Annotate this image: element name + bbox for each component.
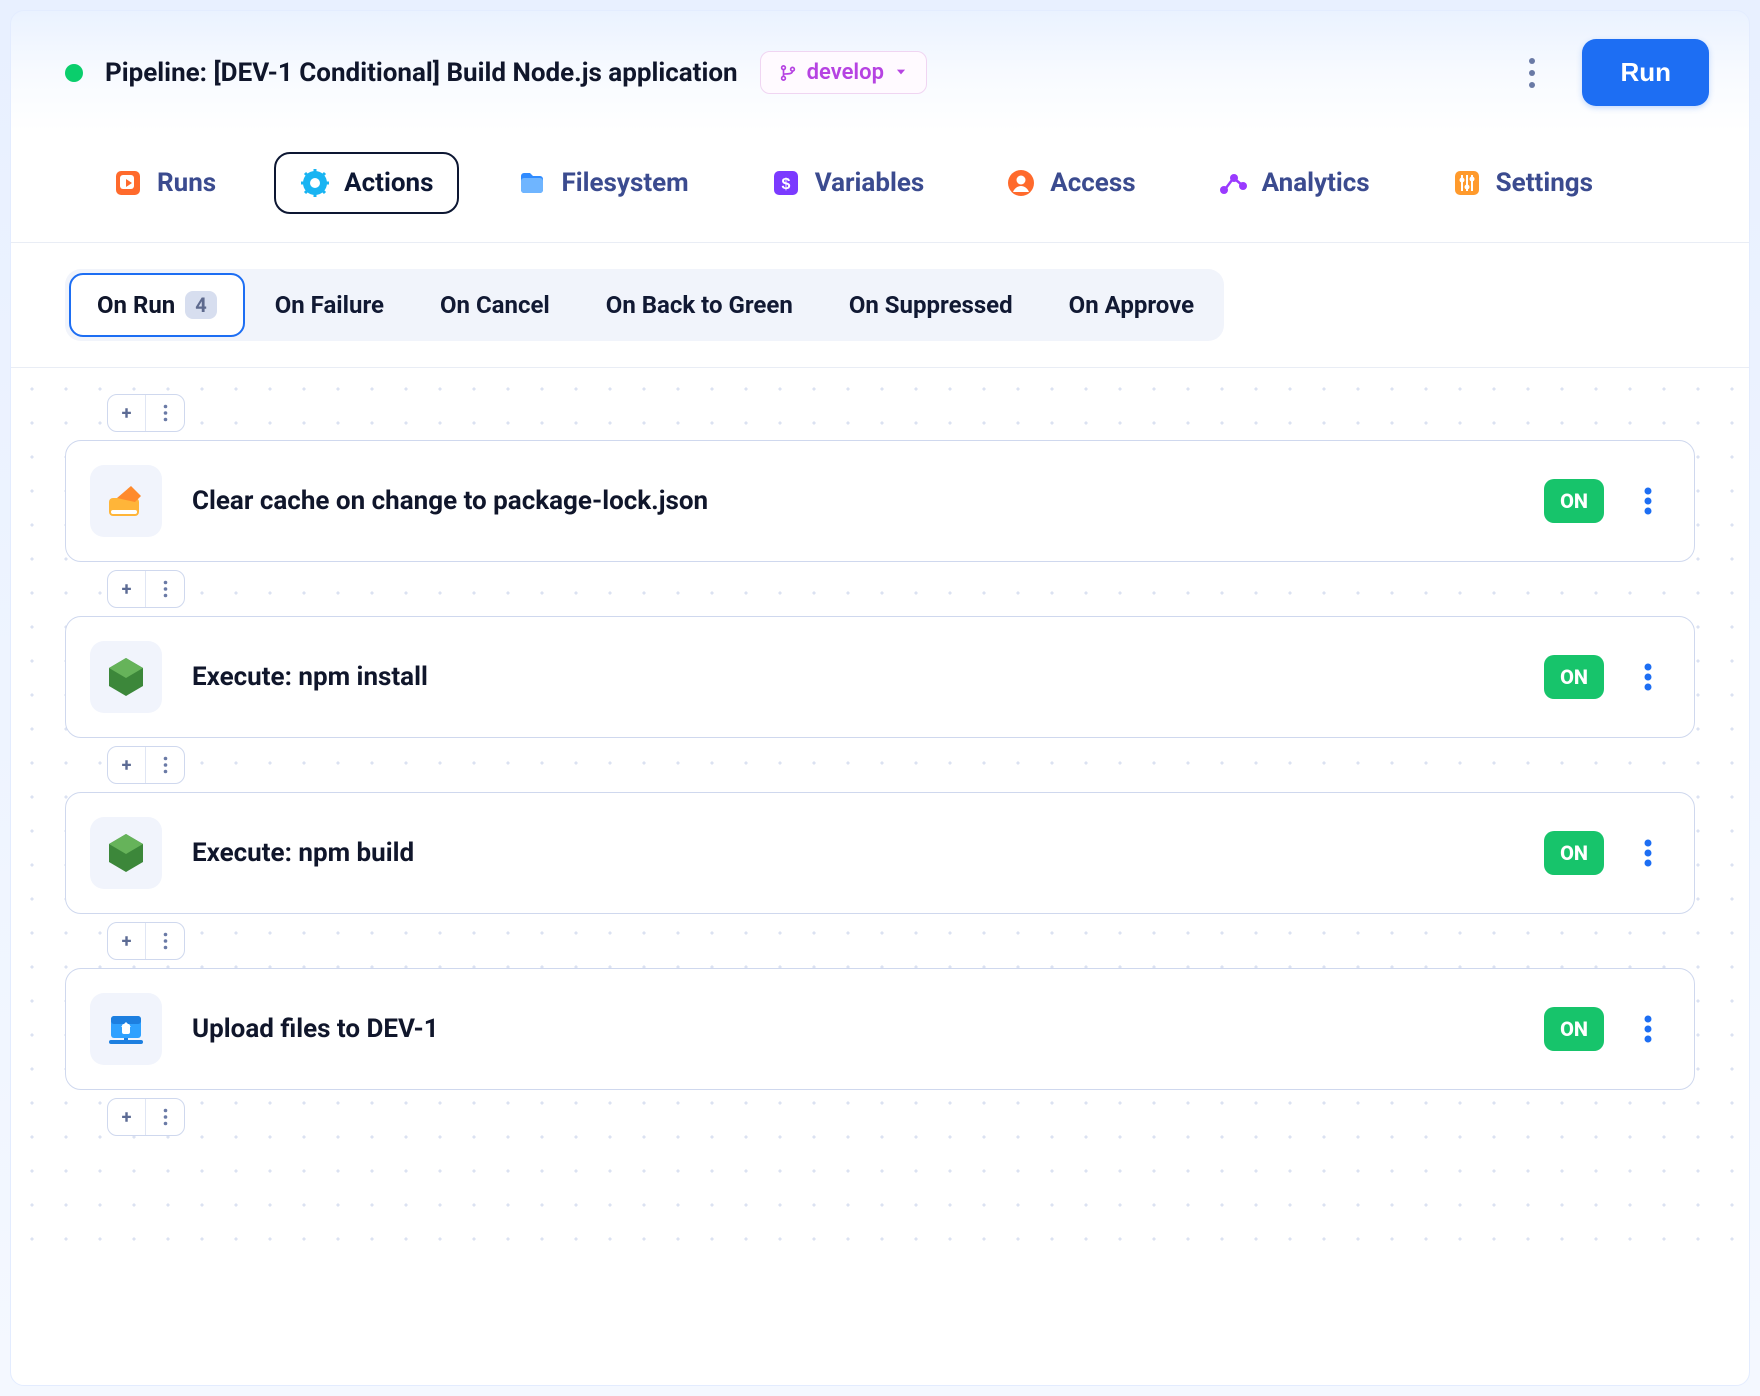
git-branch-icon xyxy=(779,64,797,82)
upload-icon xyxy=(90,993,162,1065)
action-menu-button[interactable] xyxy=(1634,839,1662,867)
analytics-icon xyxy=(1218,168,1248,198)
svg-text:$: $ xyxy=(781,176,790,193)
tab-runs[interactable]: Runs xyxy=(89,154,240,212)
actions-canvas: + Clear cache on change to package-lock.… xyxy=(11,368,1749,1268)
add-action-button[interactable]: + xyxy=(108,747,146,783)
action-title: Execute: npm install xyxy=(192,662,1514,692)
node-icon xyxy=(90,641,162,713)
variables-icon: $ xyxy=(771,168,801,198)
action-menu-button[interactable] xyxy=(1634,663,1662,691)
branch-name: develop xyxy=(807,60,884,85)
action-title: Upload files to DEV-1 xyxy=(192,1014,1514,1044)
action-card[interactable]: Upload files to DEV-1 ON xyxy=(65,968,1695,1090)
add-action-connector: + xyxy=(107,746,185,784)
runs-icon xyxy=(113,168,143,198)
add-action-button[interactable]: + xyxy=(108,395,146,431)
actions-icon xyxy=(300,168,330,198)
connector-menu-button[interactable] xyxy=(146,923,184,959)
add-action-button[interactable]: + xyxy=(108,571,146,607)
trigger-tab-group: On Run 4 On Failure On Cancel On Back to… xyxy=(65,269,1224,341)
add-action-connector: + xyxy=(107,1098,185,1136)
clear-cache-icon xyxy=(90,465,162,537)
branch-selector[interactable]: develop xyxy=(760,51,927,94)
trigger-tab-bar: On Run 4 On Failure On Cancel On Back to… xyxy=(11,243,1749,368)
pipeline-header: Pipeline: [DEV-1 Conditional] Build Node… xyxy=(11,11,1749,136)
run-button[interactable]: Run xyxy=(1582,39,1709,106)
action-title: Clear cache on change to package-lock.js… xyxy=(192,486,1514,516)
tab-variables[interactable]: $ Variables xyxy=(747,154,949,212)
add-action-connector: + xyxy=(107,922,185,960)
add-action-connector: + xyxy=(107,394,185,432)
tab-actions[interactable]: Actions xyxy=(274,152,459,214)
action-menu-button[interactable] xyxy=(1634,487,1662,515)
tab-access[interactable]: Access xyxy=(982,154,1159,212)
add-action-button[interactable]: + xyxy=(108,923,146,959)
action-menu-button[interactable] xyxy=(1634,1015,1662,1043)
pipeline-title: Pipeline: [DEV-1 Conditional] Build Node… xyxy=(105,58,738,88)
add-action-button[interactable]: + xyxy=(108,1099,146,1135)
action-status-badge[interactable]: ON xyxy=(1544,479,1604,523)
action-card[interactable]: Execute: npm build ON xyxy=(65,792,1695,914)
action-status-badge[interactable]: ON xyxy=(1544,831,1604,875)
tab-analytics[interactable]: Analytics xyxy=(1194,154,1394,212)
action-card[interactable]: Execute: npm install ON xyxy=(65,616,1695,738)
node-icon xyxy=(90,817,162,889)
status-dot-icon xyxy=(65,64,83,82)
tab-filesystem[interactable]: Filesystem xyxy=(493,154,712,212)
connector-menu-button[interactable] xyxy=(146,1099,184,1135)
subtab-on-cancel[interactable]: On Cancel xyxy=(414,273,576,337)
filesystem-icon xyxy=(517,168,547,198)
subtab-on-suppressed[interactable]: On Suppressed xyxy=(823,273,1039,337)
action-title: Execute: npm build xyxy=(192,838,1514,868)
settings-icon xyxy=(1452,168,1482,198)
subtab-on-run[interactable]: On Run 4 xyxy=(69,273,245,337)
tab-settings[interactable]: Settings xyxy=(1428,154,1617,212)
add-action-connector: + xyxy=(107,570,185,608)
connector-menu-button[interactable] xyxy=(146,395,184,431)
access-icon xyxy=(1006,168,1036,198)
action-status-badge[interactable]: ON xyxy=(1544,1007,1604,1051)
subtab-on-failure[interactable]: On Failure xyxy=(249,273,410,337)
subtab-on-approve[interactable]: On Approve xyxy=(1043,273,1220,337)
on-run-count-badge: 4 xyxy=(185,291,216,319)
header-more-button[interactable] xyxy=(1504,45,1560,101)
action-status-badge[interactable]: ON xyxy=(1544,655,1604,699)
subtab-on-back-to-green[interactable]: On Back to Green xyxy=(580,273,819,337)
chevron-down-icon xyxy=(894,60,908,85)
connector-menu-button[interactable] xyxy=(146,571,184,607)
main-tab-bar: Runs Actions Filesystem $ Variables Acce… xyxy=(11,136,1749,243)
app-root: Pipeline: [DEV-1 Conditional] Build Node… xyxy=(10,10,1750,1386)
connector-menu-button[interactable] xyxy=(146,747,184,783)
action-card[interactable]: Clear cache on change to package-lock.js… xyxy=(65,440,1695,562)
